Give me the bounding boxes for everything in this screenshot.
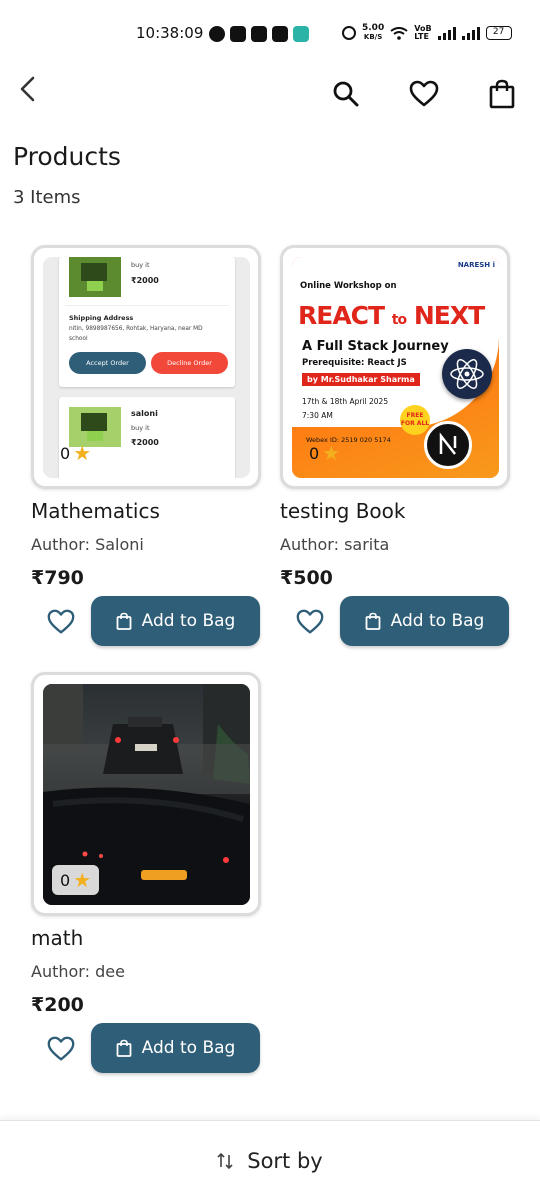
product-card[interactable]: NARESH i Online Workshop on REACT to NEX… bbox=[280, 245, 510, 655]
product-price: ₹500 bbox=[280, 567, 333, 589]
product-author: Author: dee bbox=[31, 962, 125, 981]
nextjs-logo-icon bbox=[424, 421, 472, 469]
product-author: Author: sarita bbox=[280, 535, 390, 554]
accept-order-button: Accept Order bbox=[69, 352, 146, 374]
heart-icon[interactable] bbox=[408, 78, 440, 110]
decline-order-button: Decline Order bbox=[151, 352, 228, 374]
product-price: ₹200 bbox=[31, 994, 84, 1016]
poster-brand: NARESH i bbox=[457, 261, 495, 269]
star-icon: ★ bbox=[73, 441, 92, 465]
shopping-bag-icon[interactable] bbox=[486, 78, 518, 110]
alarm-icon bbox=[342, 26, 356, 40]
instagram-icon bbox=[230, 26, 246, 42]
page-title: Products bbox=[13, 142, 121, 171]
heart-icon[interactable] bbox=[295, 607, 325, 637]
add-to-bag-button[interactable]: Add to Bag bbox=[91, 596, 260, 646]
product-image-frame[interactable]: 0 ★ bbox=[31, 672, 261, 916]
notification-icons bbox=[209, 26, 309, 42]
product-name[interactable]: math bbox=[31, 926, 83, 950]
product-price: ₹790 bbox=[31, 567, 84, 589]
wifi-icon bbox=[390, 26, 408, 40]
product-card[interactable]: 0 ★ math Author: dee ₹200 Add to Bag bbox=[31, 672, 261, 1082]
status-right: 5.00 KB/S VoB LTE 27 bbox=[342, 24, 512, 42]
search-icon[interactable] bbox=[330, 78, 362, 110]
product-name[interactable]: Mathematics bbox=[31, 499, 160, 523]
sort-label: Sort by bbox=[247, 1148, 323, 1173]
app-header bbox=[0, 66, 540, 122]
star-icon: ★ bbox=[322, 441, 341, 465]
product-card[interactable]: buy it ₹2000 Shipping Address nitin, 989… bbox=[31, 245, 261, 655]
chat-app-icon bbox=[293, 26, 309, 42]
net-speed: 5.00 KB/S bbox=[362, 23, 385, 42]
youtube-icon bbox=[251, 26, 267, 42]
product-image-frame[interactable]: NARESH i Online Workshop on REACT to NEX… bbox=[280, 245, 510, 489]
sort-by-button[interactable]: Sort by bbox=[0, 1120, 540, 1200]
rating-badge: 0 ★ bbox=[309, 441, 341, 465]
product-image-frame[interactable]: buy it ₹2000 Shipping Address nitin, 989… bbox=[31, 245, 261, 489]
product-author: Author: Saloni bbox=[31, 535, 144, 554]
battery-icon: 27 bbox=[485, 26, 512, 40]
shopping-bag-icon bbox=[365, 612, 381, 630]
heart-icon[interactable] bbox=[46, 607, 76, 637]
heart-icon[interactable] bbox=[46, 1034, 76, 1064]
chevron-left-icon[interactable] bbox=[14, 74, 44, 104]
react-logo-icon bbox=[442, 349, 492, 399]
item-count: 3 Items bbox=[13, 187, 81, 208]
shopping-bag-icon bbox=[116, 1039, 132, 1057]
linkedin-icon bbox=[272, 26, 288, 42]
status-bar: 10:38:09 5.00 KB/S VoB LTE 27 bbox=[0, 0, 540, 66]
sort-icon bbox=[217, 1152, 233, 1169]
signal-1-icon bbox=[437, 26, 456, 40]
product-name[interactable]: testing Book bbox=[280, 499, 405, 523]
snapchat-icon bbox=[209, 26, 225, 42]
rating-badge: 0 ★ bbox=[52, 865, 100, 895]
order-card: buy it ₹2000 Shipping Address nitin, 989… bbox=[59, 257, 235, 387]
signal-2-icon bbox=[461, 26, 480, 40]
star-icon: ★ bbox=[73, 868, 92, 892]
add-to-bag-button[interactable]: Add to Bag bbox=[340, 596, 509, 646]
status-time: 10:38:09 bbox=[136, 24, 204, 42]
shopping-bag-icon bbox=[116, 612, 132, 630]
add-to-bag-button[interactable]: Add to Bag bbox=[91, 1023, 260, 1073]
rating-badge: 0 ★ bbox=[60, 441, 92, 465]
volte-indicator: VoB LTE bbox=[414, 24, 432, 41]
